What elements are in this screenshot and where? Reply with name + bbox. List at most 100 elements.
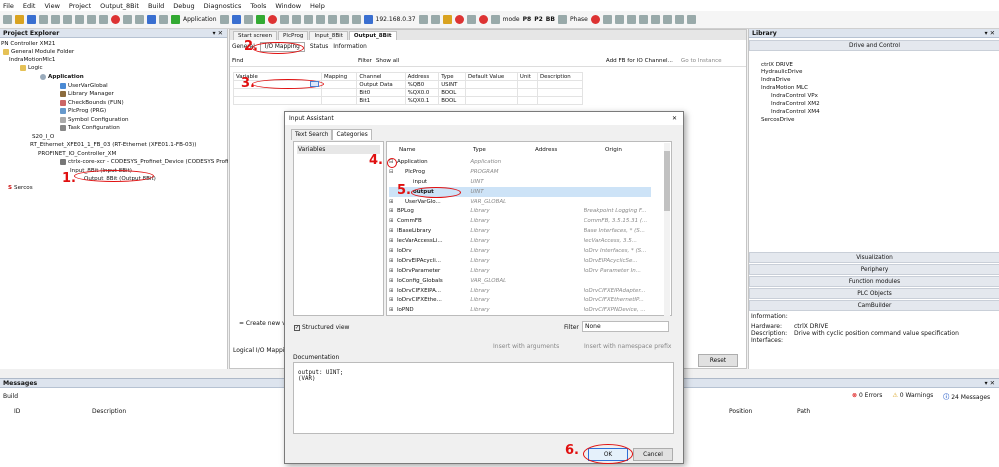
expand-icon[interactable]: ⊞ <box>389 288 397 294</box>
open-icon[interactable] <box>15 15 24 24</box>
info-icon[interactable] <box>466 15 476 24</box>
pin-icon[interactable]: ▾ ✕ <box>985 379 995 387</box>
menu-window[interactable]: Window <box>275 2 301 10</box>
symbol-list-scrollbar[interactable] <box>664 143 670 316</box>
menu-edit[interactable]: Edit <box>23 2 36 10</box>
table-row[interactable]: Bit1 %QX0.1 BOOL <box>233 96 583 105</box>
structured-view-checkbox[interactable]: ✓ Structured view <box>294 324 349 331</box>
breakpoint-icon[interactable] <box>303 15 313 24</box>
library-item[interactable]: SercosDrive <box>761 117 795 123</box>
create-new-variable[interactable]: = Create new va <box>239 320 289 327</box>
error-icon[interactable] <box>454 15 464 24</box>
ip-address[interactable]: 192.168.0.37 <box>376 16 416 23</box>
tree-item[interactable]: PROFINET_IO_Controller_XM <box>38 151 116 157</box>
expand-icon[interactable]: ⊞ <box>389 297 397 303</box>
redo-icon[interactable] <box>63 15 72 24</box>
symbol-row[interactable]: ⊞ IoDrvParameter Library IoDrv Parameter In… <box>389 266 651 276</box>
reset-icon[interactable] <box>279 15 289 24</box>
find-icon[interactable] <box>123 15 132 24</box>
expand-icon[interactable]: ⊞ <box>389 248 397 254</box>
cancel-button[interactable]: Cancel <box>633 448 673 461</box>
expand-icon[interactable]: ⊟ <box>389 169 397 175</box>
tree-item[interactable]: PN Controller XM21 <box>1 41 55 47</box>
settings-icon[interactable] <box>490 15 500 24</box>
tree-item[interactable]: RT_Ethernet_XFE01_1_FB_03 (RT-Ethernet (… <box>30 142 196 148</box>
tree-item[interactable]: Library Manager <box>60 91 114 97</box>
symbol-row[interactable]: ⊞ IoConfig_Globals VAR_GLOBAL <box>389 276 651 286</box>
tree-item[interactable]: Task Configuration <box>60 125 120 131</box>
expand-icon[interactable]: ⊞ <box>389 268 397 274</box>
tab-categories[interactable]: Categories <box>332 129 372 140</box>
subtab-status[interactable]: Status <box>310 44 328 50</box>
tree-item[interactable]: CheckBounds (FUN) <box>60 100 124 106</box>
warnings-filter[interactable]: ⚠ 0 Warnings <box>892 392 933 401</box>
input-assistant-trigger[interactable] <box>310 81 319 87</box>
p2-button[interactable]: P2 <box>534 16 543 23</box>
library-item[interactable]: IndraControl XM2 <box>771 101 820 107</box>
category-drive-control[interactable]: Drive and Control <box>749 40 999 51</box>
tree-item[interactable]: Application <box>40 74 84 80</box>
category-visualization[interactable]: Visualization <box>749 252 999 263</box>
menu-diagnostics[interactable]: Diagnostics <box>204 2 242 10</box>
menu-debug[interactable]: Debug <box>173 2 194 10</box>
category-periphery[interactable]: Periphery <box>749 264 999 275</box>
column-position[interactable]: Position <box>729 408 752 415</box>
step-into-icon[interactable] <box>327 15 337 24</box>
expand-icon[interactable]: ⊞ <box>389 218 397 224</box>
scan-icon[interactable] <box>430 15 440 24</box>
menu-project[interactable]: Project <box>69 2 91 10</box>
stop-icon[interactable] <box>267 15 277 24</box>
filter-select[interactable]: Show all <box>376 58 456 64</box>
symbol-row[interactable]: input UINT <box>389 177 651 187</box>
dropdown-icon[interactable] <box>219 15 229 24</box>
symbol-row[interactable]: ⊞ UserVarGlo... VAR_GLOBAL <box>389 197 651 207</box>
new-icon[interactable] <box>3 15 12 24</box>
close-icon[interactable] <box>478 15 488 24</box>
insert-with-arguments[interactable]: Insert with arguments <box>493 343 559 350</box>
copy-icon[interactable] <box>87 15 96 24</box>
insert-with-namespace[interactable]: Insert with namespace prefix <box>584 343 671 350</box>
symbol-row[interactable]: ⊟ Application Application <box>389 157 651 167</box>
category-variables[interactable]: Variables <box>297 145 380 154</box>
symbol-row[interactable]: ⊞ IoPND Library IoDrvCIFXPNDevice, ... <box>389 305 651 315</box>
expand-icon[interactable]: ⊞ <box>389 228 397 234</box>
category-function-modules[interactable]: Function modules <box>749 276 999 287</box>
undo-icon[interactable] <box>51 15 60 24</box>
layout-icon[interactable] <box>674 15 684 24</box>
category-plc-objects[interactable]: PLC Objects <box>749 288 999 299</box>
tree-item[interactable]: ctrlx-core-xcr - CODESYS_Profinet_Device… <box>60 159 238 165</box>
list-icon[interactable] <box>626 15 636 24</box>
symbol-row[interactable]: ⊞ IoDrvCIFXEIPA... Library IoDrvCIFXEIPAdap… <box>389 286 651 296</box>
menu-file[interactable]: File <box>3 2 14 10</box>
offline-icon[interactable] <box>243 15 253 24</box>
message-source-select[interactable]: Build <box>3 393 18 400</box>
expand-icon[interactable]: ⊞ <box>389 238 397 244</box>
chart-icon[interactable] <box>650 15 660 24</box>
menu-view[interactable]: View <box>44 2 59 10</box>
column-path[interactable]: Path <box>797 408 810 415</box>
library-item[interactable]: ctrlX DRIVE <box>761 62 793 68</box>
paste-icon[interactable] <box>99 15 108 24</box>
menu-tools[interactable]: Tools <box>250 2 266 10</box>
tree-item[interactable]: S20_I_O <box>32 134 54 140</box>
symbol-row[interactable]: ⊞ BPLog Library Breakpoint Logging F... <box>389 206 651 216</box>
grid-icon[interactable] <box>614 15 624 24</box>
network-icon[interactable] <box>363 15 373 24</box>
cut-icon[interactable] <box>75 15 84 24</box>
tree-item[interactable]: Logic <box>20 65 43 71</box>
online-icon[interactable] <box>231 15 241 24</box>
axis-icon[interactable] <box>602 15 612 24</box>
tree-item[interactable]: S Sercos <box>8 185 33 191</box>
library-item[interactable]: HydraulicDrive <box>761 69 802 75</box>
warning-icon[interactable] <box>442 15 452 24</box>
pin-icon[interactable]: ▾ ✕ <box>985 29 995 37</box>
tree-item[interactable]: PlcProg (PRG) <box>60 108 106 114</box>
reset-button[interactable]: Reset <box>698 354 738 367</box>
category-cambuilder[interactable]: CamBuilder <box>749 300 999 311</box>
symbol-row[interactable]: ⊞ IoDrvEIPAcycli... Library IoDrvEIPAcyclic… <box>389 256 651 266</box>
symbol-row[interactable]: ⊞ IBaseLibrary Library Base Interfaces, * (… <box>389 226 651 236</box>
save-icon[interactable] <box>27 15 36 24</box>
tab-output-8bit[interactable]: Output_8Bit <box>348 31 397 40</box>
menu-help[interactable]: Help <box>310 2 325 10</box>
goto-instance-button[interactable]: Go to Instance <box>681 58 722 64</box>
